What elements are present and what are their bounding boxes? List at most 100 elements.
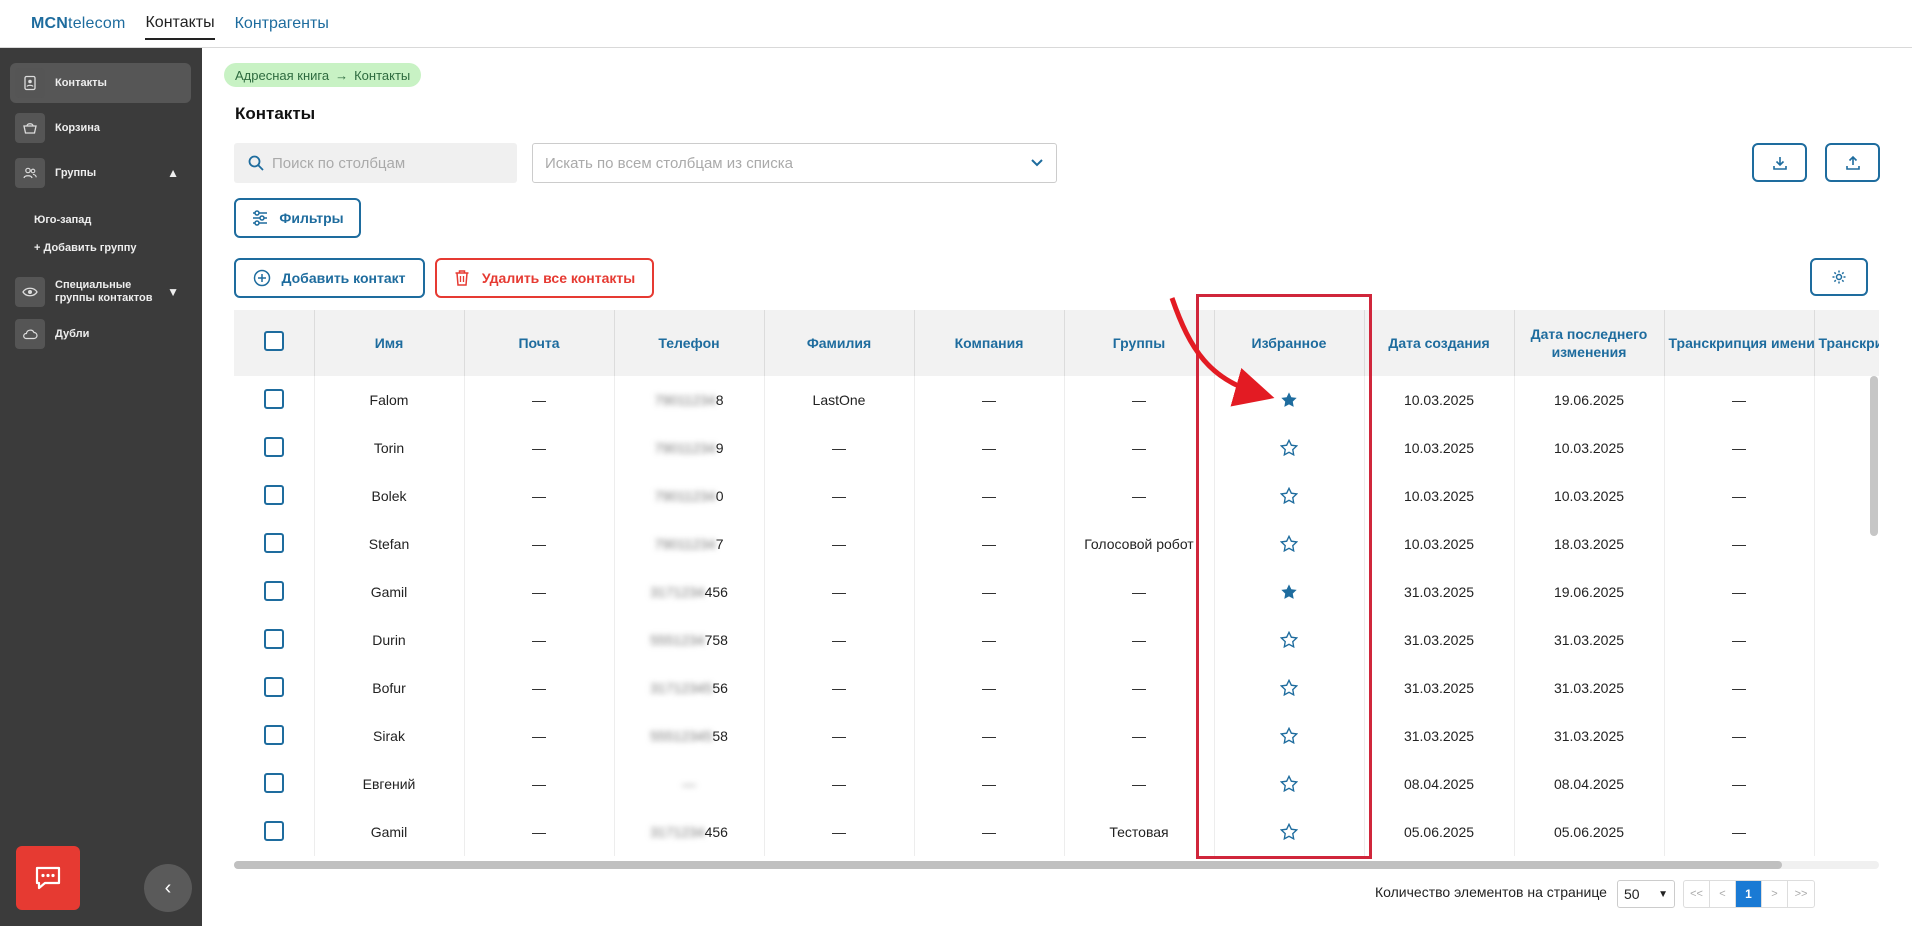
- row-checkbox[interactable]: [263, 820, 284, 841]
- tab-counterparties[interactable]: Контрагенты: [235, 9, 329, 39]
- cell-lastname: —: [764, 664, 915, 712]
- row-select-cell: [234, 424, 315, 472]
- sidebar-group-southwest[interactable]: Юго-запад: [34, 214, 91, 226]
- phone-hidden: 5551234: [650, 632, 705, 648]
- cell-name[interactable]: Torin: [314, 424, 465, 472]
- column-header-created[interactable]: Дата создания: [1364, 310, 1515, 376]
- sidebar-item-special-groups[interactable]: Специальные группы контактов ▼: [10, 270, 191, 314]
- row-checkbox[interactable]: [263, 580, 284, 601]
- column-header-lastname[interactable]: Фамилия: [764, 310, 915, 376]
- column-select[interactable]: Искать по всем столбцам из списка: [532, 143, 1057, 183]
- cell-name[interactable]: Sirak: [314, 712, 465, 760]
- cell-name[interactable]: Gamil: [314, 808, 465, 856]
- column-header-name-transcription[interactable]: Транскрипция имени: [1664, 310, 1815, 376]
- table-row[interactable]: Gamil —3171234456— — Тестовая 05.06.2025 05.0…: [234, 808, 1879, 856]
- delete-all-contacts-button[interactable]: Удалить все контакты: [435, 258, 654, 298]
- sidebar-item-groups[interactable]: Группы ▲: [10, 153, 191, 193]
- cell-groups: —: [1064, 472, 1215, 520]
- breadcrumb-root[interactable]: Адресная книга: [235, 68, 329, 83]
- chevron-up-icon[interactable]: ▲: [167, 166, 179, 180]
- cell-lastname: —: [764, 472, 915, 520]
- cell-transcription: —: [1664, 568, 1815, 616]
- table-row[interactable]: Sirak —5551234558— — —31.03.2025 31.03.2025—: [234, 712, 1879, 760]
- row-checkbox[interactable]: [263, 436, 284, 457]
- select-all-checkbox[interactable]: [263, 331, 284, 351]
- sidebar-item-label: Корзина: [55, 122, 100, 134]
- app-logo[interactable]: MCNtelecom: [31, 15, 125, 33]
- add-contact-button[interactable]: Добавить контакт: [234, 258, 425, 298]
- cell-phone: —: [614, 760, 765, 808]
- page-size-select[interactable]: 50 ▼: [1617, 880, 1675, 908]
- row-checkbox[interactable]: [263, 724, 284, 745]
- search-input[interactable]: [272, 154, 502, 172]
- cell-lastname: —: [764, 616, 915, 664]
- cell-email: —: [464, 760, 615, 808]
- phone-tail: 9: [715, 440, 724, 456]
- table-row[interactable]: Gamil —3171234456— — —31.03.2025 19.06.2025—: [234, 568, 1879, 616]
- chat-button[interactable]: [16, 846, 80, 910]
- cell-lastname: —: [764, 712, 915, 760]
- sidebar-item-basket[interactable]: Корзина: [10, 108, 191, 148]
- trash-icon: [455, 270, 469, 286]
- column-header-phone[interactable]: Телефон: [614, 310, 765, 376]
- column-header-company[interactable]: Компания: [914, 310, 1065, 376]
- column-header-email[interactable]: Почта: [464, 310, 615, 376]
- cell-modified: 10.03.2025: [1514, 424, 1665, 472]
- cell-name[interactable]: Durin: [314, 616, 465, 664]
- sidebar-add-group[interactable]: + Добавить группу: [34, 242, 137, 254]
- tab-contacts[interactable]: Контакты: [145, 8, 215, 40]
- cell-name[interactable]: Евгений: [314, 760, 465, 808]
- breadcrumb: Адресная книга → Контакты: [224, 63, 422, 87]
- prev-page-button[interactable]: <: [1710, 881, 1736, 907]
- column-header-transcription[interactable]: Транскрип: [1814, 310, 1879, 376]
- cell-groups: Голосовой робот: [1064, 520, 1215, 568]
- cell-company: —: [914, 616, 1065, 664]
- table-row[interactable]: Евгений — — — — —08.04.2025 08.04.2025—: [234, 760, 1879, 808]
- column-header-name[interactable]: Имя: [314, 310, 465, 376]
- row-select-cell: [234, 760, 315, 808]
- cell-transcription: —: [1664, 376, 1815, 424]
- table-row[interactable]: Durin —5551234758— — —31.03.2025 31.03.2025—: [234, 616, 1879, 664]
- chevron-down-icon[interactable]: ▼: [167, 285, 179, 299]
- row-checkbox[interactable]: [263, 628, 284, 649]
- table-row[interactable]: Falom —790112348 LastOne — —10.03.2025 19.06.…: [234, 376, 1879, 424]
- collapse-sidebar-button[interactable]: ‹: [144, 864, 192, 912]
- row-checkbox[interactable]: [263, 532, 284, 553]
- cell-name[interactable]: Bofur: [314, 664, 465, 712]
- sidebar-item-contacts[interactable]: Контакты: [10, 63, 191, 103]
- table-settings-button[interactable]: [1810, 258, 1868, 296]
- table-row[interactable]: Bolek —790112340— — —10.03.2025 10.03.2025—: [234, 472, 1879, 520]
- cell-email: —: [464, 568, 615, 616]
- cell-phone: 790112340: [614, 472, 765, 520]
- row-checkbox[interactable]: [263, 772, 284, 793]
- phone-tail: 456: [704, 824, 728, 840]
- first-page-button[interactable]: <<: [1684, 881, 1710, 907]
- sidebar-item-duplicates[interactable]: Дубли: [10, 314, 191, 354]
- sidebar-item-label: Специальные группы контактов: [55, 279, 153, 304]
- select-all-cell: [234, 310, 315, 376]
- filters-label: Фильтры: [279, 210, 344, 226]
- row-checkbox[interactable]: [263, 388, 284, 409]
- cell-created: 08.04.2025: [1364, 760, 1515, 808]
- cell-email: —: [464, 520, 615, 568]
- cell-company: —: [914, 664, 1065, 712]
- row-checkbox[interactable]: [263, 484, 284, 505]
- vertical-scrollbar[interactable]: [1870, 376, 1878, 536]
- last-page-button[interactable]: >>: [1788, 881, 1814, 907]
- cell-phone: 5551234558: [614, 712, 765, 760]
- cell-name[interactable]: Falom: [314, 376, 465, 424]
- cell-name[interactable]: Stefan: [314, 520, 465, 568]
- current-page-button[interactable]: 1: [1736, 881, 1762, 907]
- upload-button[interactable]: [1825, 143, 1880, 182]
- row-checkbox[interactable]: [263, 676, 284, 697]
- download-button[interactable]: [1752, 143, 1807, 182]
- filters-button[interactable]: Фильтры: [234, 198, 361, 238]
- table-row[interactable]: Torin —790112349— — —10.03.2025 10.03.2025—: [234, 424, 1879, 472]
- cell-name[interactable]: Gamil: [314, 568, 465, 616]
- column-header-modified[interactable]: Дата последнего изменения: [1514, 310, 1665, 376]
- next-page-button[interactable]: >: [1762, 881, 1788, 907]
- table-row[interactable]: Bofur —3171234556— — —31.03.2025 31.03.2025—: [234, 664, 1879, 712]
- horizontal-scrollbar[interactable]: [234, 861, 1782, 869]
- table-row[interactable]: Stefan —790112347— — Голосовой робот 10.03.2…: [234, 520, 1879, 568]
- cell-name[interactable]: Bolek: [314, 472, 465, 520]
